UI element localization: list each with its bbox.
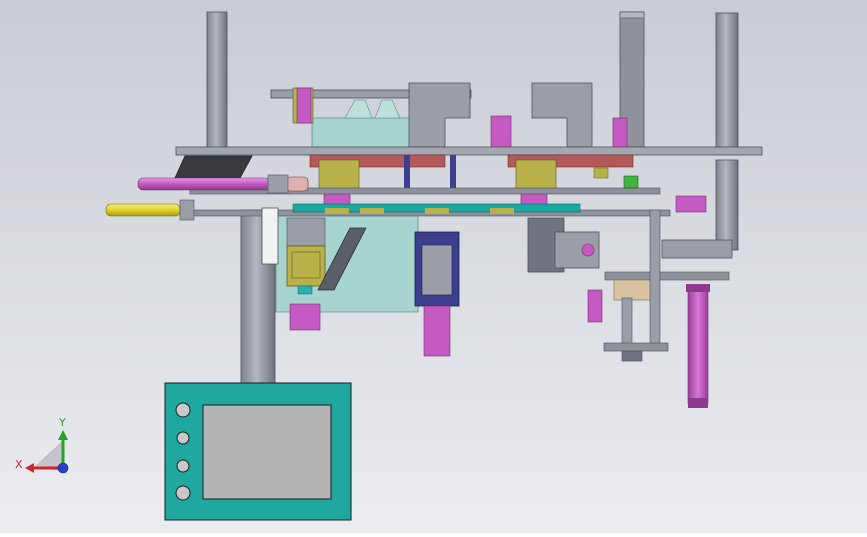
carriage-left <box>318 159 360 191</box>
right-support-post <box>715 12 739 154</box>
pink-cylinder-mount <box>267 174 289 194</box>
panel-button-2[interactable] <box>176 431 190 445</box>
conveyor-olive-mark-3 <box>425 208 449 214</box>
right-foot-block <box>621 350 643 362</box>
cad-viewport[interactable]: Y X <box>0 0 867 533</box>
panel-button-3[interactable] <box>176 459 190 473</box>
upper-magenta-block-left <box>296 87 312 124</box>
right-base-plate <box>603 342 669 352</box>
conveyor-olive-mark-2 <box>360 208 384 214</box>
z-axis-marker <box>57 462 69 474</box>
right-magenta-tab <box>675 195 707 213</box>
right-small-magenta <box>587 289 603 323</box>
panel-button-4[interactable] <box>175 485 191 501</box>
conveyor-olive-mark-4 <box>490 208 514 214</box>
left-dark-chute <box>174 155 253 179</box>
right-bar-frame <box>661 239 733 259</box>
pink-vertical-cap <box>686 284 710 292</box>
center-right-tower-cap <box>619 11 645 19</box>
pink-vertical-cylinder <box>687 285 709 407</box>
control-panel-screen[interactable] <box>202 404 332 500</box>
right-vertical-shaft-1 <box>621 297 633 347</box>
right-olive-sensor <box>593 167 609 179</box>
main-horizontal-beam <box>175 146 763 156</box>
right-vertical-shaft-2 <box>649 209 661 349</box>
left-gripper-magenta-foot <box>289 303 321 331</box>
right-cam-bolt <box>581 243 595 257</box>
x-axis-label: X <box>15 458 23 471</box>
white-sensor-block <box>261 207 279 265</box>
left-gripper-frame <box>286 217 326 247</box>
panel-button-1[interactable] <box>175 402 191 418</box>
machine-assembly-drawing: Y X <box>0 0 867 533</box>
y-axis-label: Y <box>58 416 66 429</box>
carriage-right <box>515 159 557 191</box>
yellow-cylinder-mount <box>179 199 195 221</box>
right-green-indicator <box>623 175 639 189</box>
left-support-post <box>206 11 228 153</box>
pink-vertical-foot <box>688 398 708 408</box>
center-gripper-window <box>421 244 453 296</box>
yellow-cylinder-rod <box>105 203 181 217</box>
pink-cylinder-end <box>285 176 309 192</box>
left-gripper-teal-foot <box>297 285 313 295</box>
pink-cylinder-rod <box>137 177 271 191</box>
conveyor-olive-mark-1 <box>325 208 349 214</box>
navy-guide-right <box>450 155 456 193</box>
upper-magenta-block-right <box>612 117 628 149</box>
right-lower-post <box>715 159 739 251</box>
right-lower-table <box>604 271 730 281</box>
center-gripper-magenta-foot <box>423 305 451 357</box>
upper-magenta-block-center <box>490 115 512 149</box>
navy-guide-left <box>404 155 410 193</box>
